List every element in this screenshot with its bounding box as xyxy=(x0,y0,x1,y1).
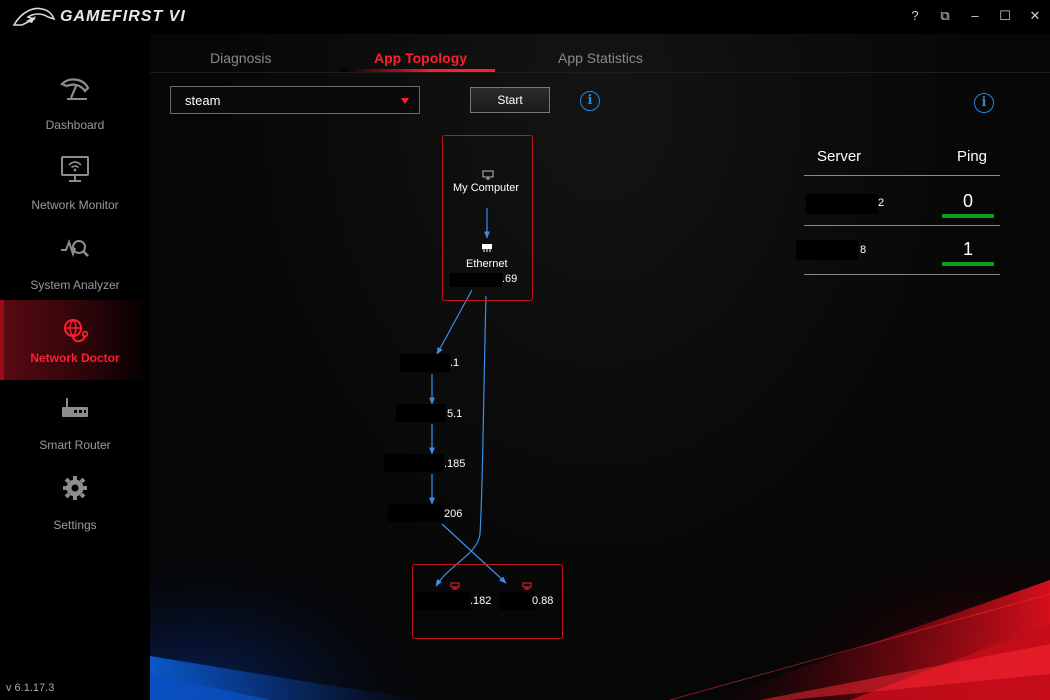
computer-icon xyxy=(482,170,494,180)
local-ip-label: .69 xyxy=(502,273,518,285)
sidebar: Dashboard Network Monitor System Analyze… xyxy=(0,34,150,700)
help-button[interactable]: ? xyxy=(904,6,926,26)
maximize-button[interactable]: ☐ xyxy=(994,6,1016,26)
ethernet-label: Ethernet xyxy=(466,258,508,270)
my-computer-label: My Computer xyxy=(453,182,520,194)
sidebar-item-dashboard[interactable]: Dashboard xyxy=(0,74,150,152)
redacted-mask xyxy=(384,454,444,472)
ethernet-icon xyxy=(482,244,492,252)
app-title: GAMEFIRST VI xyxy=(60,8,186,25)
hop-address: .1 xyxy=(450,357,460,369)
gear-icon xyxy=(63,476,87,500)
speedometer-icon xyxy=(60,78,90,100)
redacted-mask xyxy=(450,273,502,287)
rog-logo-icon xyxy=(12,7,56,26)
active-indicator xyxy=(0,300,4,380)
redacted-mask xyxy=(500,592,534,610)
redacted-mask xyxy=(416,592,470,610)
mini-mode-button[interactable]: ⧉ xyxy=(934,6,956,26)
topology-graph xyxy=(429,208,507,587)
globe-stethoscope-icon xyxy=(64,319,89,343)
sidebar-item-network-doctor[interactable]: Network Doctor xyxy=(0,300,150,380)
router-icon xyxy=(62,398,88,417)
main-content: Diagnosis App Topology App Statistics st… xyxy=(150,34,1050,700)
analyzer-icon xyxy=(61,239,89,258)
sidebar-item-settings[interactable]: Settings xyxy=(0,474,150,552)
minimize-button[interactable]: – xyxy=(964,6,986,26)
redacted-mask xyxy=(388,504,444,522)
monitor-wifi-icon xyxy=(61,156,89,182)
link-ethernet-dest1 xyxy=(435,295,487,587)
destination-address: 0.88 xyxy=(532,595,554,607)
hop-address: 206 xyxy=(444,508,463,520)
sidebar-item-network-monitor[interactable]: Network Monitor xyxy=(0,154,150,232)
sidebar-item-label: Settings xyxy=(53,518,97,532)
destination-address: .182 xyxy=(470,595,492,607)
close-button[interactable]: ✕ xyxy=(1024,6,1046,26)
sidebar-item-smart-router[interactable]: Smart Router xyxy=(0,394,150,472)
server-icon xyxy=(522,582,532,590)
sidebar-item-label: Network Monitor xyxy=(31,198,119,212)
title-bar: GAMEFIRST VI ? ⧉ – ☐ ✕ xyxy=(0,0,1050,34)
version-label: v 6.1.17.3 xyxy=(6,682,55,694)
hop-address: .185 xyxy=(444,458,466,470)
hop-address: 5.1 xyxy=(447,408,463,420)
server-icon xyxy=(450,582,460,590)
redacted-mask xyxy=(396,404,446,422)
sidebar-item-label: Smart Router xyxy=(39,438,111,452)
sidebar-item-label: System Analyzer xyxy=(30,278,120,292)
sidebar-item-label: Network Doctor xyxy=(30,351,120,365)
sidebar-item-label: Dashboard xyxy=(45,118,105,132)
redacted-mask xyxy=(400,354,450,372)
